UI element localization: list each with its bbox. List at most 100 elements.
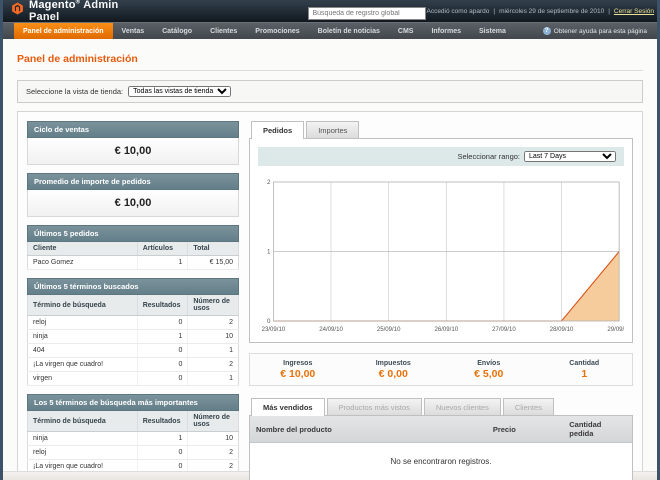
stat-label: Ingresos [250, 360, 346, 367]
store-view-bar: Seleccione la vista de tienda: Todas las… [17, 80, 643, 103]
help-label: Obtener ayuda para esta página [554, 28, 647, 35]
table-row: ninja110 [28, 330, 239, 344]
last-orders-panel: Últimos 5 pedidos ClienteArtículosTotalP… [27, 225, 239, 270]
nav-tab-informes[interactable]: Informes [422, 23, 470, 39]
avg-order-panel: Promedio de importe de pedidos € 10,00 [27, 173, 239, 217]
help-icon: ? [543, 27, 551, 35]
svg-text:26/09/10: 26/09/10 [435, 326, 459, 333]
dashboard-left-column: Ciclo de ventas € 10,00 Promedio de impo… [27, 121, 239, 480]
table-cell: reloj [28, 316, 138, 330]
stat-value: € 10,00 [250, 368, 346, 380]
svg-text:0: 0 [267, 318, 271, 325]
chart-tabs: PedidosImportes [249, 121, 633, 138]
svg-text:23/09/10: 23/09/10 [262, 326, 286, 333]
panel-title: Los 5 términos de búsqueda más important… [27, 394, 239, 411]
table-cell: Paco Gomez [28, 256, 138, 270]
nav-tab-cms[interactable]: CMS [389, 23, 423, 39]
table-cell: 0 [137, 372, 188, 386]
svg-text:25/09/10: 25/09/10 [377, 326, 401, 333]
table-cell: ¡La virgen que cuadro! [28, 358, 138, 372]
panel-title: Últimos 5 pedidos [27, 225, 239, 242]
stat-ingresos: Ingresos€ 10,00 [250, 360, 346, 380]
column-header-nombre-del-producto: Nombre del producto [250, 416, 487, 443]
help-link[interactable]: ? Obtener ayuda para esta página [543, 23, 657, 39]
empty-records-message: No se encontraron registros. [250, 443, 632, 480]
top-search-terms-panel: Los 5 términos de búsqueda más important… [27, 394, 239, 480]
top-search-terms-table: Término de búsquedaResultadosNúmero de u… [27, 411, 239, 480]
tab-importes[interactable]: Importes [306, 121, 359, 138]
separator: | [608, 8, 610, 15]
range-select[interactable]: Last 7 Days [524, 151, 616, 162]
app-title: Magento®Admin Panel [29, 0, 118, 23]
stat-envios: Envíos€ 5,00 [441, 360, 537, 380]
magento-logo-icon [11, 2, 24, 20]
bottom-tabs: Más vendidosProductos más vistosNuevos c… [249, 398, 633, 415]
table-row: ninja110 [28, 432, 239, 446]
tab-mas-vendidos[interactable]: Más vendidos [251, 398, 325, 416]
svg-text:27/09/10: 27/09/10 [492, 326, 516, 333]
page-frame: Magento®Admin Panel Accedió como apardo … [0, 0, 660, 480]
sales-cycle-panel: Ciclo de ventas € 10,00 [27, 121, 239, 165]
table-cell: ninja [28, 330, 138, 344]
table-cell: 2 [188, 316, 239, 330]
stat-label: Cantidad [537, 360, 633, 367]
table-cell: 1 [137, 256, 188, 270]
last-search-terms-panel: Últimos 5 términos buscados Término de b… [27, 278, 239, 386]
column-header-numero-de-usos: Número de usos [188, 411, 239, 432]
main-nav: Panel de administraciónVentasCatálogoCli… [3, 22, 657, 39]
table-cell: 10 [188, 330, 239, 344]
logout-link[interactable]: Cerrar Sesión [614, 8, 654, 15]
nav-tab-boletin-de-noticias[interactable]: Boletín de noticias [309, 23, 389, 39]
table-cell: 0 [137, 358, 188, 372]
panel-title: Promedio de importe de pedidos [27, 173, 239, 190]
svg-text:2: 2 [267, 179, 271, 186]
nav-tab-promociones[interactable]: Promociones [246, 23, 308, 39]
table-row: reloj02 [28, 316, 239, 330]
orders-chart: 01223/09/1024/09/1025/09/1026/09/1027/09… [258, 176, 624, 334]
table-cell: 0 [137, 316, 188, 330]
table-cell: 2 [188, 358, 239, 372]
title-divider [17, 70, 643, 71]
store-view-select[interactable]: Todas las vistas de tienda [128, 86, 231, 97]
column-header-termino-de-busqueda: Término de búsqueda [28, 411, 138, 432]
global-search-input[interactable] [308, 7, 426, 20]
svg-text:29/09/10: 29/09/10 [607, 326, 624, 333]
table-cell: 1 [137, 330, 188, 344]
table-row: reloj02 [28, 446, 239, 460]
nav-tab-clientes[interactable]: Clientes [201, 23, 246, 39]
stat-impuestos: Impuestos€ 0,00 [346, 360, 442, 380]
orders-tab-content: Seleccionar rango: Last 7 Days 01223/09/… [249, 138, 633, 343]
app-header: Magento®Admin Panel Accedió como apardo … [3, 0, 657, 22]
panel-title: Últimos 5 términos buscados [27, 278, 239, 295]
column-header-termino-de-busqueda: Término de búsqueda [28, 295, 138, 316]
avg-order-value: € 10,00 [27, 190, 239, 217]
last-orders-table: ClienteArtículosTotalPaco Gomez1€ 15,00 [27, 242, 239, 270]
svg-text:28/09/10: 28/09/10 [550, 326, 574, 333]
logged-in-as: Accedió como apardo [426, 8, 489, 15]
stat-value: € 0,00 [346, 368, 442, 380]
nav-tab-catalogo[interactable]: Catálogo [153, 23, 201, 39]
table-cell: ninja [28, 432, 138, 446]
dashboard-right-column: PedidosImportes Seleccionar rango: Last … [249, 121, 633, 480]
page-title: Panel de administración [17, 53, 643, 65]
tab-pedidos[interactable]: Pedidos [251, 121, 304, 139]
last-search-terms-table: Término de búsquedaResultadosNúmero de u… [27, 295, 239, 386]
stat-value: € 5,00 [441, 368, 537, 380]
table-cell: 404 [28, 344, 138, 358]
table-cell: 1 [188, 372, 239, 386]
table-cell: 0 [137, 344, 188, 358]
tab-productos-mas-vistos: Productos más vistos [327, 398, 422, 415]
nav-tab-sistema[interactable]: Sistema [470, 23, 515, 39]
bestsellers-tab-content: Nombre del productoPrecioCantidad pedida… [249, 415, 633, 480]
table-row: ¡La virgen que cuadro!02 [28, 358, 239, 372]
stat-label: Impuestos [346, 360, 442, 367]
nav-tab-ventas[interactable]: Ventas [113, 23, 154, 39]
table-row: virgen01 [28, 372, 239, 386]
table-row: 40401 [28, 344, 239, 358]
products-section: Más vendidosProductos más vistosNuevos c… [249, 398, 633, 480]
table-cell: reloj [28, 446, 138, 460]
column-header-cantidad-pedida: Cantidad pedida [563, 416, 632, 443]
svg-text:1: 1 [267, 249, 271, 256]
nav-tab-panel-de-administracion[interactable]: Panel de administración [14, 23, 113, 39]
table-cell: € 15,00 [188, 256, 239, 270]
